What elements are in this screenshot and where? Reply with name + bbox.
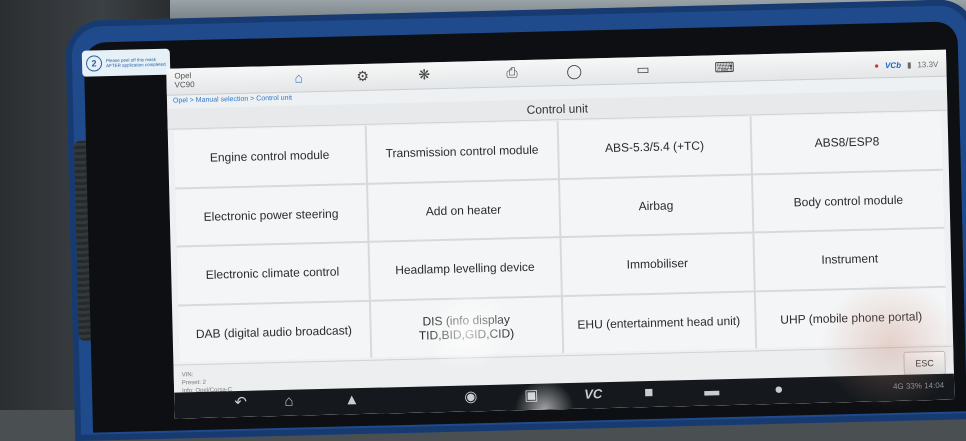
vcb-status: VCb [884,60,902,71]
control-unit-button[interactable]: DAB (digital audio broadcast) [177,301,370,363]
back-icon[interactable]: ↶ [234,394,247,412]
control-unit-button[interactable]: Transmission control module [366,121,558,183]
vci-label: VC [584,386,603,402]
control-unit-button[interactable]: Instrument [753,228,946,290]
vehicle-info: Opel VC90 [174,71,194,89]
help-icon[interactable]: ◯ [566,63,582,79]
car-icon[interactable]: ▲ [344,391,359,409]
control-unit-button[interactable]: ABS8/ESP8 [751,111,943,173]
screen-mirror-icon[interactable]: ▣ [524,387,539,405]
keyboard-icon[interactable]: ⌨ [714,59,735,75]
power-icon: ● [874,61,880,71]
control-unit-button[interactable]: UHP (mobile phone portal) [755,287,948,349]
control-unit-grid: Engine control module Transmission contr… [173,111,948,363]
home-icon[interactable]: ⌂ [284,393,293,411]
control-unit-button[interactable]: Electronic power steering [175,184,367,246]
system-status: 4G 33% 14:04 [892,380,945,392]
print-icon[interactable]: ⎙ [506,64,518,80]
control-unit-button[interactable]: Body control module [752,170,945,232]
status-area: ● VCb ▮ 13.3V [874,60,938,71]
camera-icon[interactable]: ◉ [464,388,478,406]
protective-film-sticker: 2 Please peel off this mask AFTER applic… [81,48,171,77]
gear-icon[interactable]: ❋ [418,66,430,82]
control-unit-button[interactable]: Airbag [560,174,752,237]
sticker-text: Please peel off this mask AFTER applicat… [105,56,166,69]
car-lift-icon[interactable]: ■ [644,384,653,402]
tablet-screen: Opel VC90 ⌂ ⚙ ❋ ⎙ ◯ ▭ ⌨ ● VCb ▮ 13.3V Op… [166,49,955,419]
control-unit-button[interactable]: EHU (entertainment head unit) [562,291,755,354]
control-unit-button[interactable]: Electronic climate control [176,242,369,305]
tablet-device: 2 Please peel off this mask AFTER applic… [65,0,966,441]
control-unit-button[interactable]: Add on heater [367,179,560,241]
breadcrumb[interactable]: Opel > Manual selection > Control unit [173,95,292,105]
esc-button[interactable]: ESC [903,350,946,376]
car-wrench-icon[interactable]: ● [774,381,783,399]
vci-icon[interactable]: VC [584,385,602,403]
battery-icon: ▮ [906,60,912,70]
control-unit-button[interactable]: DIS (info display TID,BID,GID,CID) [370,296,563,358]
sticker-number: 2 [85,55,103,72]
voltage-readout: 13.3V [917,59,939,70]
car-lift-icon[interactable]: ⚙ [356,68,369,84]
control-unit-button[interactable]: Immobiliser [561,233,754,295]
control-unit-button[interactable]: Engine control module [173,125,366,188]
home-icon[interactable]: ⌂ [294,69,303,85]
control-unit-button[interactable]: ABS-5.3/5.4 (+TC) [558,116,751,178]
car-scan-icon[interactable]: ▬ [704,382,719,400]
folder-icon[interactable]: ▭ [636,61,650,77]
control-unit-button[interactable]: Headlamp levelling device [369,238,561,300]
vehicle-code: VC90 [174,80,195,90]
